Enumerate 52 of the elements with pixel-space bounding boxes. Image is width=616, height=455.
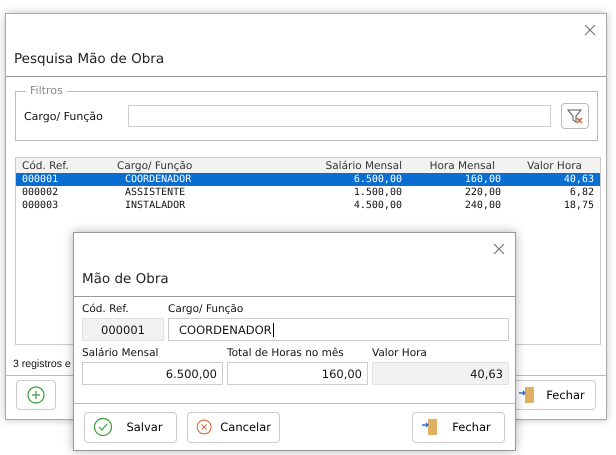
door-icon	[421, 417, 439, 437]
table-cell-text: INSTALADOR	[124, 200, 186, 211]
table-cell-text: 1.500,00	[352, 187, 402, 198]
field-label: Salário Mensal	[82, 347, 160, 359]
table-cell-text: 000003	[22, 200, 60, 211]
cancel-button[interactable]: Cancelar	[187, 412, 280, 442]
new-button[interactable]	[16, 380, 56, 410]
table-cell-text: 000001	[22, 174, 60, 185]
table-cell-text: 6,82	[568, 187, 594, 198]
table-cell-text: 240,00	[464, 200, 502, 211]
record-count: 3 registros e	[13, 358, 71, 370]
column-header[interactable]: Cód. Ref.	[22, 160, 117, 172]
door-icon	[518, 384, 536, 404]
table-cell-text: ASSISTENTE	[124, 187, 186, 198]
table-cell-text: 6.500,00	[352, 174, 402, 185]
table-cell-text: 160,00	[464, 174, 502, 185]
table-cell-text: 40,63	[562, 174, 594, 185]
column-header[interactable]: Cargo/ Função	[117, 160, 292, 172]
window-title: Pesquisa Mão de Obra	[14, 51, 164, 67]
input-field[interactable]: 40,63	[372, 362, 509, 385]
field-label: Total de Horas no mês	[227, 347, 345, 359]
table-cell-text: 220,00	[464, 187, 502, 198]
column-header[interactable]: Salário Mensal	[292, 160, 402, 172]
column-header[interactable]: Hora Mensal	[402, 160, 507, 172]
cancel-icon	[196, 417, 212, 437]
group-legend: Filtros	[26, 84, 67, 97]
table-cell-text: COORDENADOR	[124, 174, 192, 185]
close-icon[interactable]	[584, 24, 596, 36]
close-icon[interactable]	[493, 243, 505, 255]
save-button[interactable]: Salvar	[84, 412, 177, 442]
input-field[interactable]: COORDENADOR	[168, 318, 509, 341]
field-label: Cargo/ Função	[24, 110, 104, 122]
check-icon	[93, 417, 113, 437]
input-field[interactable]	[128, 105, 551, 127]
field-label: Cargo/ Função	[168, 303, 244, 315]
field-label: Cód. Ref.	[82, 303, 130, 315]
column-header[interactable]: Valor Hora	[507, 160, 594, 172]
clear-filter-button[interactable]	[561, 103, 589, 129]
input-field[interactable]: 000001	[82, 318, 164, 341]
input-field[interactable]: 6.500,00	[82, 362, 223, 385]
field-label: Valor Hora	[372, 347, 428, 359]
table-row[interactable]: 000002 ASSISTENTE 1.500,00 220,00 6,82	[16, 186, 600, 199]
table-row[interactable]: 000003 INSTALADOR 4.500,00 240,00 18,75	[16, 199, 600, 212]
dialog-title: Mão de Obra	[82, 271, 169, 287]
table-cell-text: 18,75	[562, 200, 594, 211]
filter-clear-icon	[566, 107, 584, 125]
table-cell-text: 4.500,00	[352, 200, 402, 211]
table-row[interactable]: 000001 COORDENADOR 6.500,00 160,00 40,63	[16, 173, 600, 186]
input-field[interactable]: 160,00	[227, 362, 368, 385]
plus-icon	[27, 386, 45, 404]
table-cell-text: 000002	[22, 187, 60, 198]
close-button[interactable]: Fechar	[412, 412, 505, 442]
